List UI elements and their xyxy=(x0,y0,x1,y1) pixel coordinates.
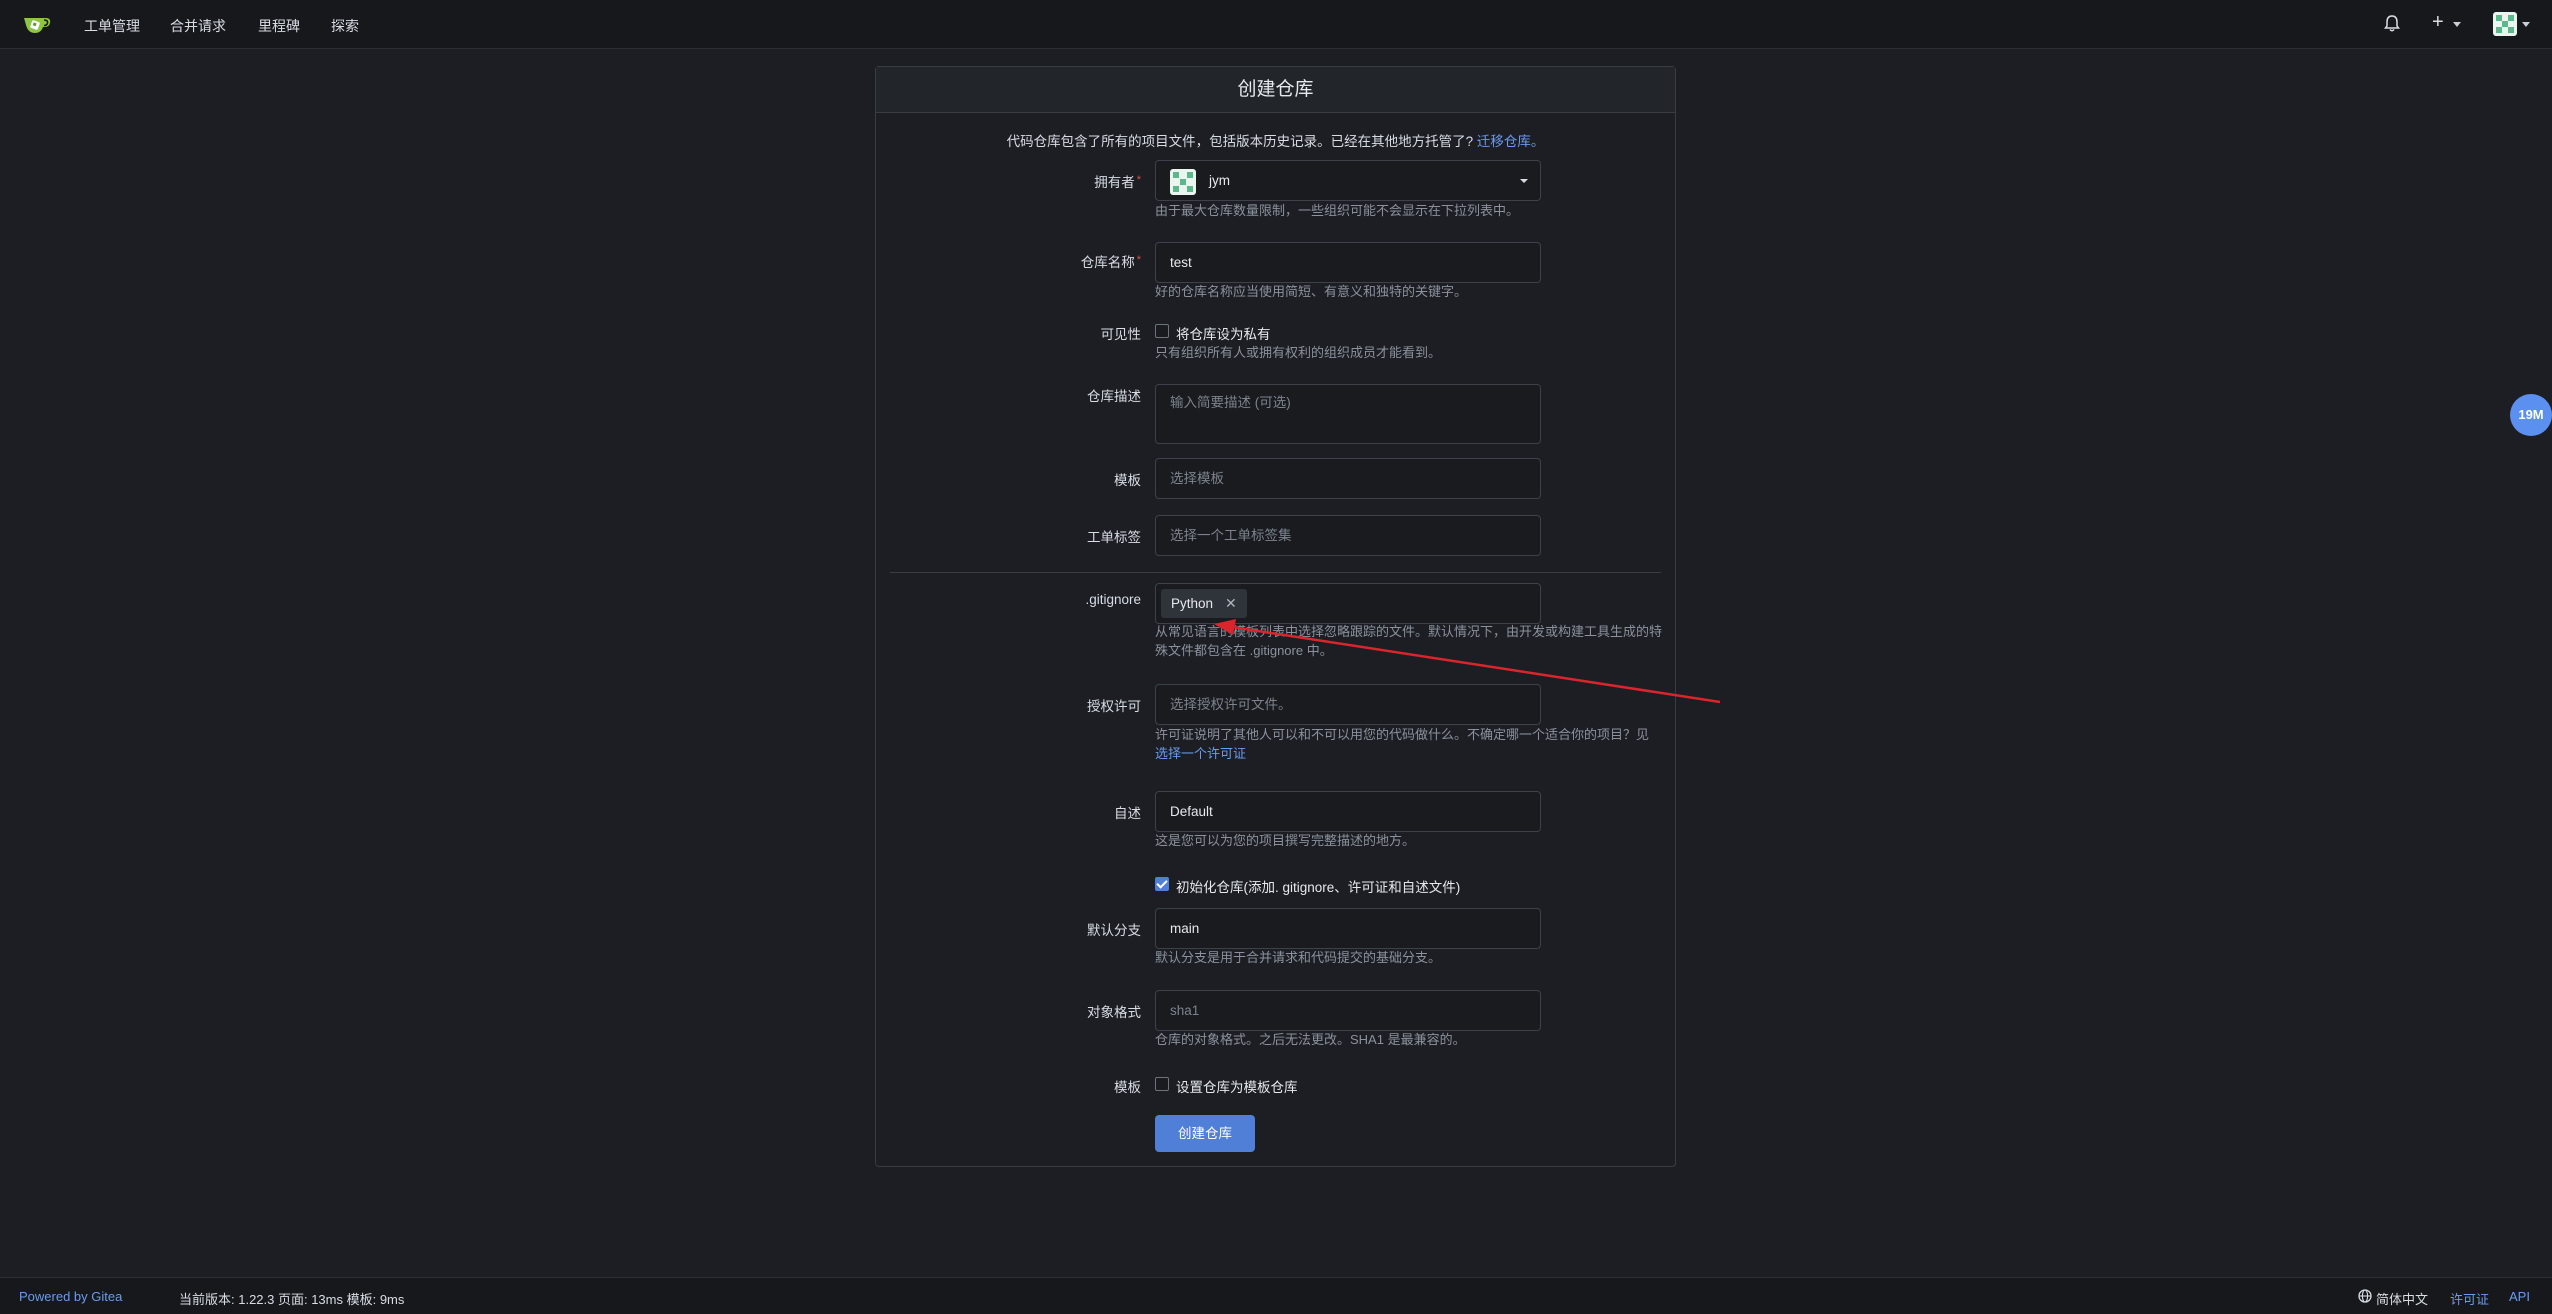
form-divider xyxy=(890,572,1661,573)
user-avatar[interactable] xyxy=(2493,12,2517,39)
object-format-dropdown[interactable]: sha1 xyxy=(1155,990,1541,1031)
gitignore-label: .gitignore xyxy=(1085,592,1141,607)
repo-name-label-text: 仓库名称 xyxy=(1080,255,1135,270)
gitignore-tag-text: Python xyxy=(1171,596,1214,611)
auto-init-checkbox[interactable] xyxy=(1155,877,1169,891)
template-repo-checkbox[interactable] xyxy=(1155,1077,1169,1091)
description-label: 仓库描述 xyxy=(1087,389,1141,404)
migrate-repo-link[interactable]: 迁移仓库。 xyxy=(1477,134,1545,149)
api-link[interactable]: API xyxy=(2509,1289,2530,1304)
choose-license-link[interactable]: 选择一个许可证 xyxy=(1155,746,1246,761)
repo-name-input[interactable]: test xyxy=(1155,242,1541,283)
nav-issues[interactable]: 工单管理 xyxy=(84,16,140,36)
private-checkbox[interactable] xyxy=(1155,324,1169,338)
issue-labels-dropdown[interactable]: 选择一个工单标签集 xyxy=(1155,515,1541,556)
owner-dropdown[interactable]: jym xyxy=(1155,160,1541,201)
nav-pull-requests[interactable]: 合并请求 xyxy=(170,16,226,36)
bell-icon[interactable] xyxy=(2384,14,2400,35)
auto-init-label[interactable]: 初始化仓库(添加. gitignore、许可证和自述文件) xyxy=(1176,876,1460,896)
page-footer: Powered by Gitea 当前版本: 1.22.3 页面: 13ms 模… xyxy=(0,1277,2552,1314)
visibility-help: 只有组织所有人或拥有权利的组织成员才能看到。 xyxy=(1155,345,1442,360)
object-format-help: 仓库的对象格式。之后无法更改。SHA1 是最兼容的。 xyxy=(1155,1032,1466,1047)
gitignore-dropdown[interactable]: Python ✕ xyxy=(1155,583,1541,624)
readme-dropdown[interactable]: Default xyxy=(1155,791,1541,832)
floating-badge[interactable]: 19M xyxy=(2510,394,2552,436)
default-branch-input[interactable]: main xyxy=(1155,908,1541,949)
owner-avatar xyxy=(1170,169,1196,195)
description-textarea[interactable]: 输入简要描述 (可选) xyxy=(1155,384,1541,444)
object-format-label: 对象格式 xyxy=(1087,1005,1141,1020)
template-repo-checkbox-label[interactable]: 设置仓库为模板仓库 xyxy=(1176,1076,1298,1096)
visibility-label: 可见性 xyxy=(1100,327,1142,342)
required-marker: * xyxy=(1136,174,1141,186)
gitea-logo-icon[interactable] xyxy=(22,13,52,35)
language-selector[interactable]: 简体中文 xyxy=(2376,1289,2428,1308)
create-repo-form: 创建仓库 代码仓库包含了所有的项目文件，包括版本历史记录。已经在其他地方托管了?… xyxy=(875,66,1676,1167)
form-intro: 代码仓库包含了所有的项目文件，包括版本历史记录。已经在其他地方托管了? 迁移仓库… xyxy=(876,130,1675,150)
default-branch-help: 默认分支是用于合并请求和代码提交的基础分支。 xyxy=(1155,950,1442,965)
license-link[interactable]: 许可证 xyxy=(2450,1289,2489,1308)
license-label: 授权许可 xyxy=(1087,699,1141,714)
plus-caret-icon[interactable] xyxy=(2453,22,2461,27)
nav-milestones[interactable]: 里程碑 xyxy=(258,16,300,36)
nav-explore[interactable]: 探索 xyxy=(331,16,359,36)
readme-help: 这是您可以为您的项目撰写完整描述的地方。 xyxy=(1155,833,1416,848)
dropdown-caret-icon xyxy=(1520,179,1528,183)
create-repo-button[interactable]: 创建仓库 xyxy=(1155,1115,1255,1152)
avatar-caret-icon[interactable] xyxy=(2522,22,2530,27)
owner-label-text: 拥有者 xyxy=(1094,175,1135,190)
template-dropdown[interactable]: 选择模板 xyxy=(1155,458,1541,499)
owner-value: jym xyxy=(1209,173,1230,188)
default-branch-label: 默认分支 xyxy=(1087,923,1141,938)
issue-labels-label: 工单标签 xyxy=(1087,530,1141,545)
version-info: 当前版本: 1.22.3 页面: 13ms 模板: 9ms xyxy=(179,1292,405,1307)
gitignore-help: 从常见语言的模板列表中选择忽略跟踪的文件。默认情况下，由开发或构建工具生成的特殊… xyxy=(1155,624,1663,658)
form-title: 创建仓库 xyxy=(876,67,1675,113)
globe-icon[interactable] xyxy=(2358,1289,2372,1306)
private-checkbox-label[interactable]: 将仓库设为私有 xyxy=(1176,323,1271,343)
create-plus-icon[interactable]: + xyxy=(2432,11,2444,34)
template-label: 模板 xyxy=(1114,473,1141,488)
gitignore-tag: Python ✕ xyxy=(1161,589,1247,618)
license-dropdown[interactable]: 选择授权许可文件。 xyxy=(1155,684,1541,725)
required-marker: * xyxy=(1136,254,1141,266)
license-help: 许可证说明了其他人可以和不可以用您的代码做什么。不确定哪一个适合你的项目？见 选… xyxy=(1155,725,1665,763)
owner-label: 拥有者 * xyxy=(1094,171,1141,191)
top-navbar: 工单管理 合并请求 里程碑 探索 + xyxy=(0,0,2552,49)
template-repo-label: 模板 xyxy=(1114,1080,1141,1095)
repo-name-help: 好的仓库名称应当使用简短、有意义和独特的关键字。 xyxy=(1155,284,1468,299)
license-help-text: 许可证说明了其他人可以和不可以用您的代码做什么。不确定哪一个适合你的项目？见 xyxy=(1155,727,1650,742)
repo-name-label: 仓库名称 * xyxy=(1081,251,1141,271)
remove-tag-icon[interactable]: ✕ xyxy=(1225,595,1237,611)
readme-label: 自述 xyxy=(1114,806,1141,821)
intro-text: 代码仓库包含了所有的项目文件，包括版本历史记录。已经在其他地方托管了? xyxy=(1006,134,1474,149)
powered-by-link[interactable]: Powered by Gitea xyxy=(19,1289,122,1304)
owner-help: 由于最大仓库数量限制，一些组织可能不会显示在下拉列表中。 xyxy=(1155,203,1520,218)
